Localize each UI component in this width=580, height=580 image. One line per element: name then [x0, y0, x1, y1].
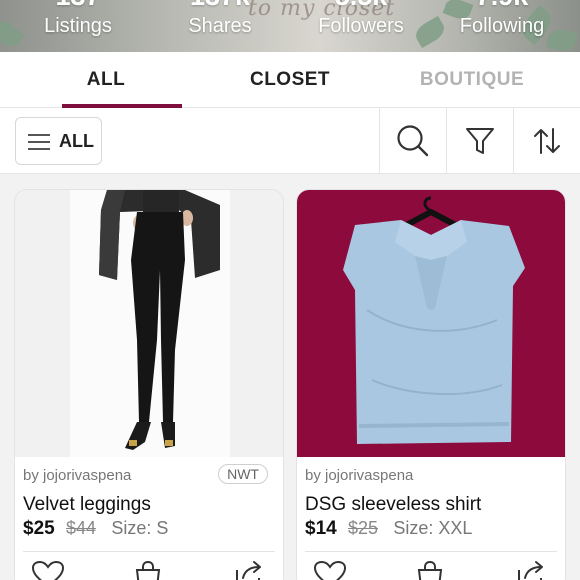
listing-card[interactable]: by jojorivaspena DSG sleeveless shirt $1…	[297, 190, 565, 580]
card-divider	[23, 551, 275, 552]
heart-icon[interactable]	[313, 560, 347, 580]
model-black-leggings-image	[15, 190, 283, 457]
closet-stats-banner: to my closet 137 Listings 137k Shares 5.…	[0, 0, 580, 52]
bag-icon[interactable]	[415, 560, 445, 580]
listing-title[interactable]: Velvet leggings	[23, 494, 151, 516]
closet-toolbar: ALL	[0, 108, 580, 174]
filter-button[interactable]	[446, 108, 513, 174]
share-icon[interactable]	[515, 560, 547, 580]
tab-all[interactable]: ALL	[16, 52, 196, 108]
light-blue-shirt-image	[297, 190, 565, 457]
search-button[interactable]	[379, 108, 446, 174]
filter-label: ALL	[59, 131, 94, 151]
seller-username[interactable]: by jojorivaspena	[23, 467, 131, 484]
price-line: $25 $44 Size: S	[23, 518, 168, 540]
card-divider	[305, 551, 557, 552]
heart-icon[interactable]	[31, 560, 65, 580]
tab-label: BOUTIQUE	[419, 69, 525, 90]
seller-username[interactable]: by jojorivaspena	[305, 467, 413, 484]
price-line: $14 $25 Size: XXL	[305, 518, 472, 540]
category-filter-button[interactable]: ALL	[15, 117, 102, 165]
original-price: $44	[65, 518, 97, 538]
listing-card[interactable]: by jojorivaspena NWT Velvet leggings $25…	[15, 190, 283, 580]
stat-label: Listings	[44, 15, 112, 37]
stat-label: Shares	[188, 15, 252, 37]
filter-funnel-icon	[466, 128, 494, 154]
listing-photo-sleeveless-shirt[interactable]	[297, 190, 565, 457]
bag-icon[interactable]	[133, 560, 163, 580]
search-icon	[397, 125, 429, 157]
condition-badge: NWT	[218, 464, 268, 484]
listing-size: Size: XXL	[393, 518, 473, 538]
tab-label: CLOSET	[249, 69, 331, 90]
stat-label: Followers	[318, 15, 404, 37]
sort-icon	[534, 128, 560, 154]
hamburger-menu-icon	[28, 134, 50, 150]
stat-value: 7.9k	[442, 0, 562, 12]
listing-price: $25	[23, 518, 55, 539]
stat-value: 5.5k	[301, 0, 421, 12]
listing-title[interactable]: DSG sleeveless shirt	[305, 494, 481, 516]
share-icon[interactable]	[233, 560, 265, 580]
tab-label: ALL	[86, 69, 126, 90]
stat-value: 137	[18, 0, 138, 12]
listing-price: $14	[305, 518, 337, 539]
closet-tabs: ALL CLOSET BOUTIQUE	[0, 52, 580, 108]
stat-value: 137k	[160, 0, 280, 12]
original-price: $25	[347, 518, 379, 538]
tab-boutique[interactable]: BOUTIQUE	[382, 52, 562, 108]
tab-closet[interactable]: CLOSET	[200, 52, 380, 108]
listing-photo-velvet-leggings[interactable]	[15, 190, 283, 457]
stat-label: Following	[459, 15, 545, 37]
listing-size: Size: S	[111, 518, 169, 538]
sort-button[interactable]	[513, 108, 580, 174]
